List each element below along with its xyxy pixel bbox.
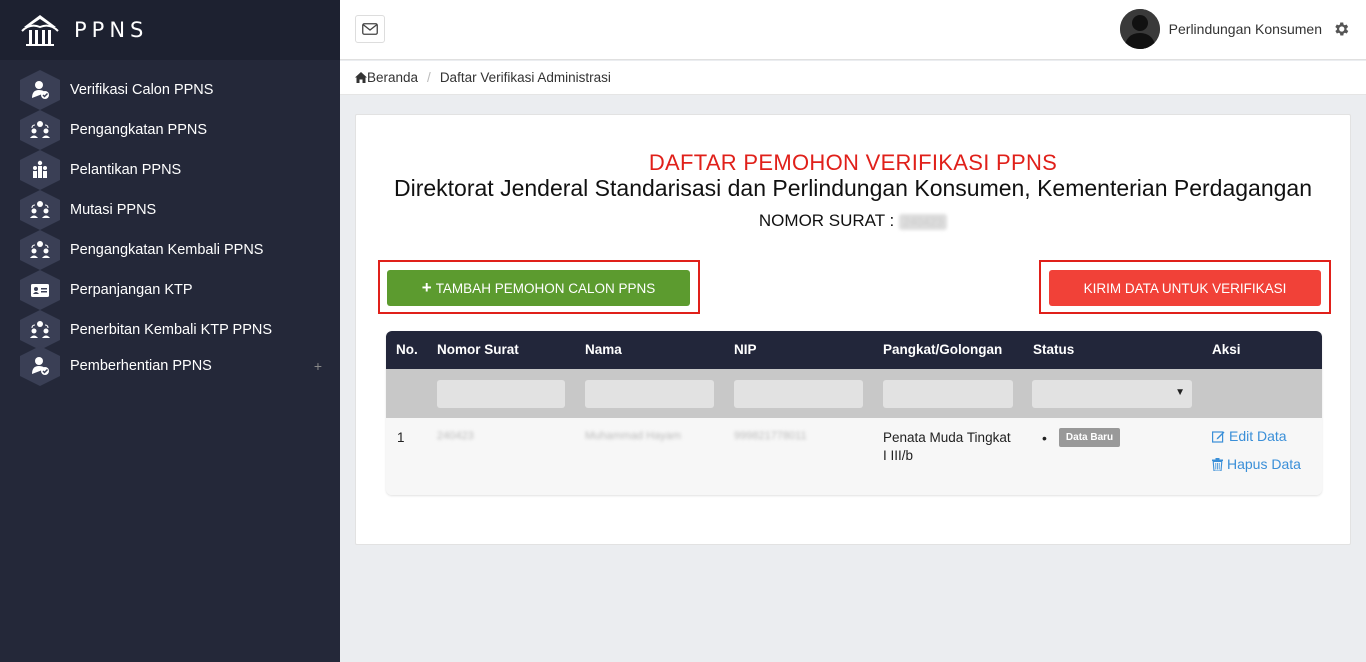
header-status: Status	[1033, 342, 1075, 357]
id-card-icon	[20, 270, 60, 310]
sidebar-item-label: Mutasi PPNS	[70, 202, 157, 218]
breadcrumb-current: Daftar Verifikasi Administrasi	[439, 70, 611, 85]
header-no: No.	[396, 342, 418, 357]
users-group-icon	[20, 190, 60, 230]
sidebar-item-penerbitan-kembali-ktp[interactable]: Penerbitan Kembali KTP PPNS	[0, 310, 340, 350]
send-verification-button[interactable]: KIRIM DATA UNTUK VERIFIKASI	[1049, 270, 1321, 306]
sidebar-item-mutasi[interactable]: Mutasi PPNS	[0, 190, 340, 230]
table-row: 1 240423 Muhammad Hayam 999821778011 Pen…	[386, 418, 1322, 495]
sidebar-item-perpanjangan-ktp[interactable]: Perpanjangan KTP	[0, 270, 340, 310]
sidebar-item-label: Pelantikan PPNS	[70, 162, 182, 178]
cell-nomor-surat: 240423	[437, 430, 474, 442]
sidebar-item-pengangkatan[interactable]: Pengangkatan PPNS	[0, 110, 340, 150]
sidebar-menu: Verifikasi Calon PPNS Pengangkatan PPNS …	[0, 60, 340, 386]
cell-no: 1	[397, 430, 405, 445]
status-badge: Data Baru	[1058, 428, 1121, 447]
avatar[interactable]	[1119, 9, 1160, 49]
delete-data-label: Hapus Data	[1227, 456, 1301, 472]
header-nip: NIP	[734, 342, 757, 357]
filter-status-select[interactable]: ▼	[1032, 380, 1192, 408]
filter-nip-input[interactable]	[734, 380, 863, 408]
header-pangkat: Pangkat/Golongan	[883, 342, 1003, 357]
envelope-icon	[362, 23, 378, 35]
breadcrumb-separator: /	[427, 70, 431, 85]
filter-nama-input[interactable]	[585, 380, 714, 408]
add-applicant-button[interactable]: + TAMBAH PEMOHON CALON PPNS	[387, 270, 690, 306]
sidebar-item-label: Pengangkatan Kembali PPNS	[70, 242, 264, 258]
users-group-icon	[20, 230, 60, 270]
filter-pangkat-input[interactable]	[883, 380, 1013, 408]
sidebar-item-pemberhentian[interactable]: Pemberhentian PPNS +	[0, 346, 340, 386]
header-nomor-surat: Nomor Surat	[437, 342, 519, 357]
sidebar: PPNS Verifikasi Calon PPNS Pengangkatan …	[0, 0, 340, 662]
filter-nomor-surat-input[interactable]	[437, 380, 565, 408]
user-menu[interactable]: Perlindungan Konsumen	[1119, 9, 1350, 49]
chevron-down-icon: ▼	[1175, 387, 1185, 398]
table-header: No. Nomor Surat Nama NIP Pangkat/Golonga…	[386, 331, 1322, 369]
nomor-surat-value: 240423	[899, 213, 948, 230]
edit-data-label: Edit Data	[1229, 428, 1287, 444]
cell-nama: Muhammad Hayam	[585, 430, 681, 442]
brand[interactable]: PPNS	[0, 0, 340, 60]
bullet-icon: •	[1042, 429, 1047, 446]
cell-status: • Data Baru	[1042, 428, 1121, 447]
people-rows-icon	[20, 150, 60, 190]
applicant-table: No. Nomor Surat Nama NIP Pangkat/Golonga…	[386, 331, 1322, 495]
main-card: DAFTAR PEMOHON VERIFIKASI PPNS Direktora…	[355, 114, 1351, 545]
users-group-icon	[20, 110, 60, 150]
sidebar-item-label: Pemberhentian PPNS	[70, 358, 212, 374]
header-nama: Nama	[585, 342, 622, 357]
cell-nip: 999821778011	[734, 430, 807, 442]
home-icon	[355, 72, 367, 83]
page-subtitle: Direktorat Jenderal Standarisasi dan Per…	[393, 175, 1313, 201]
breadcrumb-home[interactable]: Beranda	[367, 70, 418, 85]
ppns-building-logo-icon	[21, 15, 59, 46]
delete-data-link[interactable]: Hapus Data	[1212, 456, 1301, 472]
sidebar-item-label: Verifikasi Calon PPNS	[70, 82, 214, 98]
cell-pangkat: Penata Muda Tingkat I III/b	[883, 430, 1011, 463]
plus-icon: +	[421, 278, 432, 297]
send-verification-label: KIRIM DATA UNTUK VERIFIKASI	[1083, 280, 1287, 296]
page-title: DAFTAR PEMOHON VERIFIKASI PPNS	[648, 150, 1058, 175]
user-name[interactable]: Perlindungan Konsumen	[1169, 21, 1322, 37]
sidebar-item-label: Pengangkatan PPNS	[70, 122, 208, 138]
mail-button[interactable]	[355, 15, 385, 43]
user-check-icon	[20, 346, 60, 386]
user-check-icon	[20, 70, 60, 110]
sidebar-item-label: Penerbitan Kembali KTP PPNS	[70, 322, 273, 338]
nomor-surat-label: NOMOR SURAT :	[758, 211, 895, 230]
edit-data-link[interactable]: Edit Data	[1212, 428, 1287, 444]
sidebar-item-pelantikan[interactable]: Pelantikan PPNS	[0, 150, 340, 190]
nomor-surat: NOMOR SURAT : 240423	[356, 211, 1350, 231]
expand-plus-icon[interactable]: +	[314, 358, 322, 374]
gear-icon[interactable]	[1332, 20, 1350, 38]
breadcrumb: Beranda / Daftar Verifikasi Administrasi	[340, 61, 1366, 95]
header-aksi: Aksi	[1212, 342, 1241, 357]
filter-row: ▼	[386, 369, 1322, 418]
sidebar-item-pengangkatan-kembali[interactable]: Pengangkatan Kembali PPNS	[0, 230, 340, 270]
sidebar-item-label: Perpanjangan KTP	[70, 282, 193, 298]
trash-icon	[1212, 457, 1223, 471]
edit-icon	[1212, 430, 1225, 443]
add-applicant-label: TAMBAH PEMOHON CALON PPNS	[435, 280, 656, 296]
sidebar-item-verifikasi-calon[interactable]: Verifikasi Calon PPNS	[0, 70, 340, 110]
brand-name: PPNS	[74, 18, 149, 42]
topbar: Perlindungan Konsumen	[340, 0, 1366, 60]
users-group-icon	[20, 310, 60, 350]
